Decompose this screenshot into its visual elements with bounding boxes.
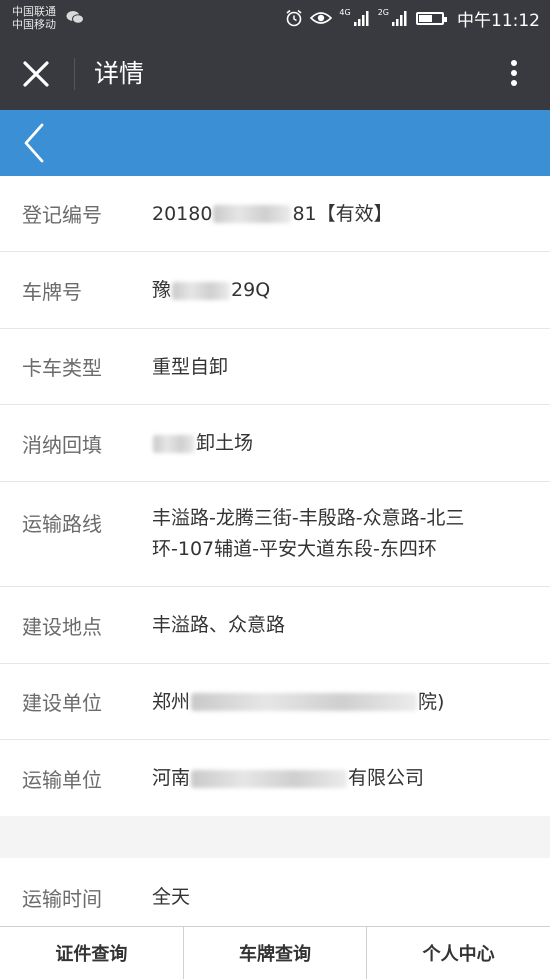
nav-bar — [0, 110, 550, 176]
close-icon[interactable] — [18, 56, 54, 92]
detail-label: 运输单位 — [22, 767, 102, 792]
detail-label: 建设单位 — [22, 691, 102, 715]
signal-icon — [353, 11, 369, 26]
construction-unit-value: 郑州 院) — [152, 687, 528, 717]
detail-row-construction-unit: 建设单位 郑州 院) — [0, 664, 550, 740]
redacted-area — [191, 693, 418, 711]
value-suffix: 29Q — [231, 279, 271, 301]
redacted-area — [213, 205, 292, 223]
construction-site-value: 丰溢路、众意路 — [152, 614, 286, 636]
redacted-area — [172, 281, 231, 300]
plate-number-value: 豫 29Q — [152, 275, 528, 305]
value-prefix: 郑州 — [152, 690, 191, 713]
detail-row-truck-type: 卡车类型 重型自卸 — [0, 329, 550, 405]
network-label-1: 4G — [339, 8, 351, 17]
section-gap — [0, 816, 550, 858]
status-bar: 中国联通 中国移动 4G 2G 中午11:12 — [0, 0, 550, 38]
detail-row-construction-site: 建设地点 丰溢路、众意路 — [0, 587, 550, 664]
value-prefix: 豫 — [152, 279, 172, 301]
alarm-icon — [286, 9, 302, 27]
detail-row-plate-number: 车牌号 豫 29Q — [0, 252, 550, 329]
value-suffix: 院) — [418, 690, 445, 713]
value-prefix: 河南 — [152, 767, 191, 789]
title-bar: 详情 — [0, 38, 550, 110]
tab-personal-center[interactable]: 个人中心 — [367, 927, 550, 979]
value-suffix: 卸土场 — [196, 432, 254, 454]
detail-row-transport-route: 运输路线 丰溢路-龙腾三街-丰殷路-众意路-北三环-107辅道-平安大道东段-东… — [0, 482, 550, 587]
detail-label: 车牌号 — [22, 279, 82, 304]
carrier-2: 中国移动 — [12, 18, 56, 31]
detail-label: 消纳回填 — [22, 432, 102, 457]
carrier-info: 中国联通 中国移动 — [12, 5, 56, 31]
detail-row-transport-unit: 运输单位 河南 有限公司 — [0, 740, 550, 816]
detail-label: 运输路线 — [22, 512, 102, 536]
more-options-icon[interactable] — [504, 56, 524, 92]
header-divider — [74, 58, 75, 90]
extra-detail-list: 运输时间 全天 — [0, 858, 550, 936]
detail-row-transport-time: 运输时间 全天 — [0, 858, 550, 936]
value-prefix: 20180 — [152, 202, 213, 225]
tab-plate-query[interactable]: 车牌查询 — [184, 927, 368, 979]
detail-label: 登记编号 — [22, 203, 102, 227]
transport-unit-value: 河南 有限公司 — [152, 763, 528, 793]
detail-list: 登记编号 20180 81【有效】 车牌号 豫 29Q 卡车类型 重型自卸 消纳回填… — [0, 176, 550, 816]
detail-label: 卡车类型 — [22, 356, 102, 380]
redacted-area — [191, 769, 348, 788]
redacted-area — [153, 434, 195, 453]
signal-icon-2 — [392, 11, 407, 26]
clock-time: 中午11:12 — [457, 10, 540, 31]
transport-route-value: 丰溢路-龙腾三街-丰殷路-众意路-北三环-107辅道-平安大道东段-东四环 — [152, 507, 465, 560]
battery-icon — [416, 11, 447, 25]
bottom-tab-bar: 证件查询 车牌查询 个人中心 — [0, 926, 550, 979]
wechat-icon — [66, 11, 84, 24]
page-title: 详情 — [94, 59, 145, 88]
transport-time-value: 全天 — [152, 886, 191, 908]
back-arrow-icon[interactable] — [18, 121, 52, 165]
value-suffix: 81【有效】 — [292, 202, 393, 225]
carrier-1: 中国联通 — [12, 5, 56, 18]
detail-row-registration-number: 登记编号 20180 81【有效】 — [0, 176, 550, 252]
detail-label: 建设地点 — [22, 614, 102, 639]
eye-icon — [310, 12, 333, 24]
truck-type-value: 重型自卸 — [152, 355, 229, 378]
value-suffix: 有限公司 — [348, 767, 425, 789]
detail-row-disposal-site: 消纳回填 卸土场 — [0, 405, 550, 482]
registration-number-value: 20180 81【有效】 — [152, 199, 528, 229]
tab-certificate-query[interactable]: 证件查询 — [0, 927, 184, 979]
detail-label: 运输时间 — [22, 886, 102, 911]
disposal-site-value: 卸土场 — [152, 428, 528, 458]
network-label-2: 2G — [377, 8, 389, 17]
